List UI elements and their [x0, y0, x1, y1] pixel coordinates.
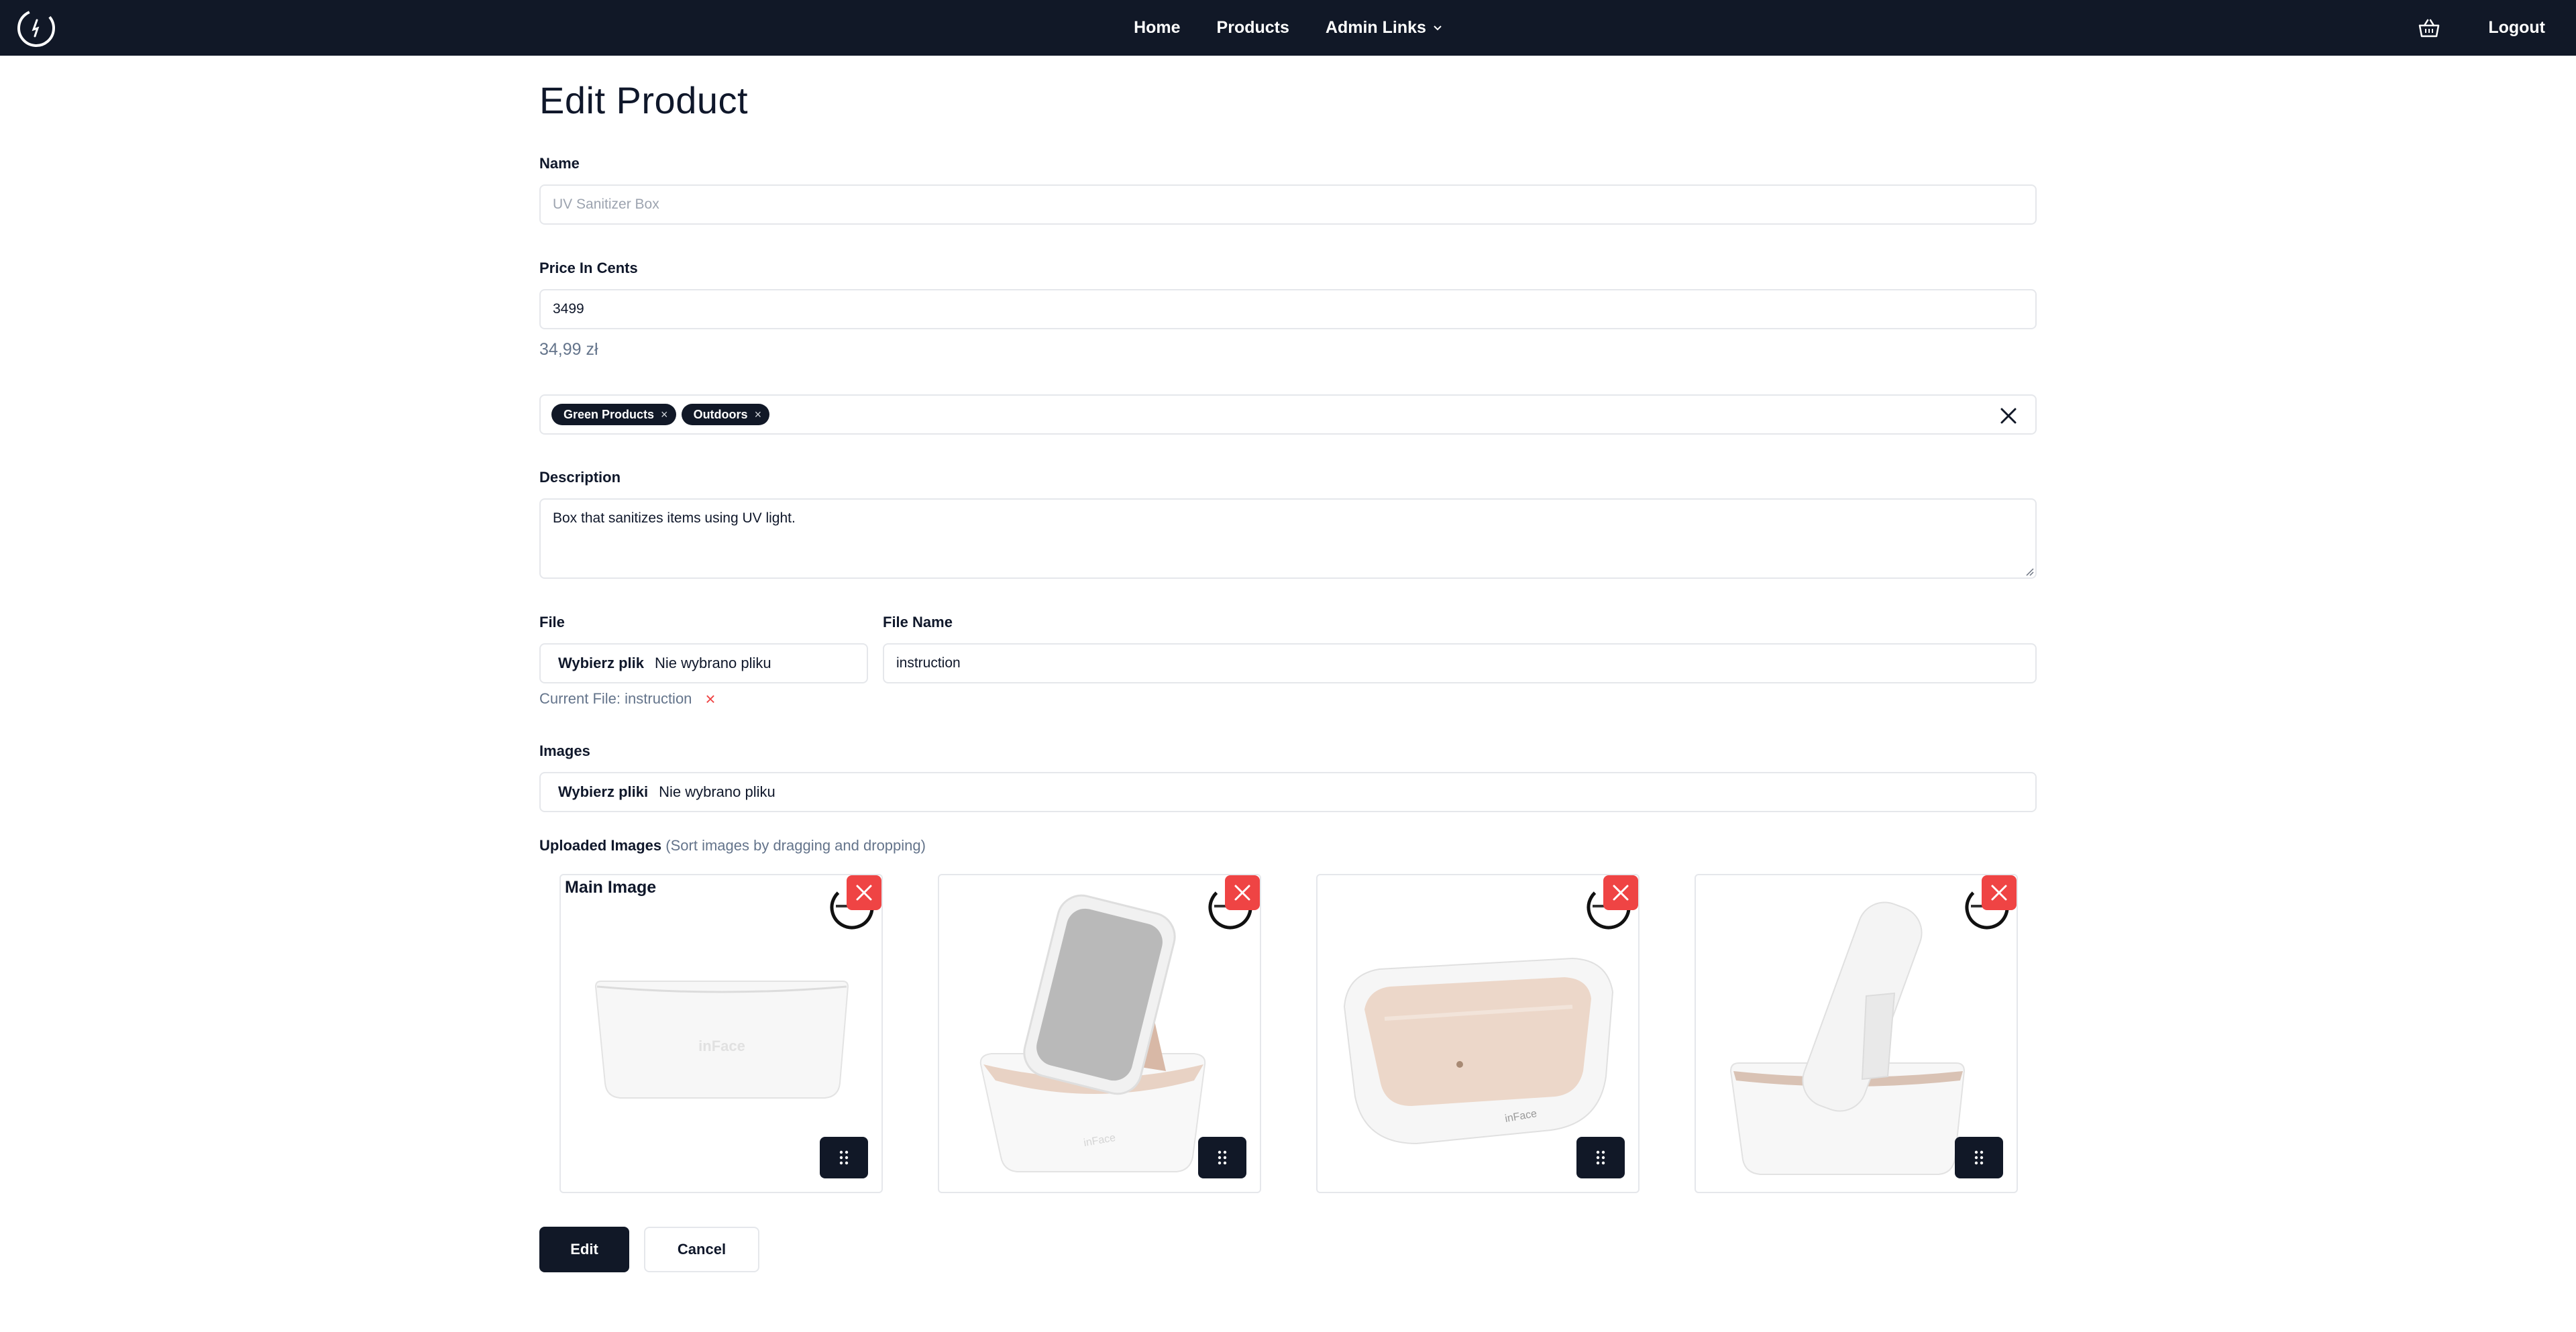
- category-multiselect[interactable]: Green Products × Outdoors ×: [539, 394, 2037, 435]
- grip-icon: [1974, 1150, 1984, 1165]
- grip-icon: [839, 1150, 849, 1165]
- cancel-button[interactable]: Cancel: [644, 1227, 759, 1272]
- name-placeholder: UV Sanitizer Box: [553, 197, 659, 212]
- cart-icon[interactable]: [2418, 17, 2440, 39]
- delete-image-button[interactable]: [1982, 875, 2017, 910]
- category-tag: Outdoors ×: [681, 404, 770, 425]
- drag-handle[interactable]: [820, 1137, 868, 1178]
- file-label: File: [539, 614, 565, 630]
- close-icon: [856, 885, 872, 901]
- current-file: Current File: instruction ×: [539, 690, 716, 708]
- nav-admin-links-dropdown[interactable]: Admin Links: [1326, 18, 1442, 38]
- delete-image-button[interactable]: [847, 875, 881, 910]
- close-icon: [1991, 885, 2007, 901]
- choose-files-button[interactable]: Wybierz pliki: [558, 783, 648, 801]
- price-formatted: 34,99 zł: [539, 340, 598, 359]
- main-image-label: Main Image: [565, 878, 657, 897]
- description-value: Box that sanitizes items using UV light.: [553, 510, 796, 526]
- images-input[interactable]: Wybierz pliki Nie wybrano pliku: [539, 772, 2037, 812]
- drag-handle[interactable]: [1576, 1137, 1625, 1178]
- description-textarea[interactable]: Box that sanitizes items using UV light.: [539, 498, 2037, 579]
- close-icon: [1613, 885, 1629, 901]
- price-value: 3499: [553, 301, 584, 317]
- uploaded-images-title: Uploaded Images: [539, 837, 662, 854]
- file-status: Nie wybrano pliku: [654, 655, 771, 671]
- choose-file-button[interactable]: Wybierz plik: [558, 655, 644, 672]
- svg-text:inFace: inFace: [698, 1038, 745, 1054]
- uploaded-images-hint: (Sort images by dragging and dropping): [665, 837, 926, 854]
- nav-home-link[interactable]: Home: [1134, 18, 1180, 38]
- uploaded-images-label: Uploaded Images (Sort images by dragging…: [539, 837, 926, 854]
- file-name-value: instruction: [896, 655, 961, 671]
- delete-image-button[interactable]: [1603, 875, 1638, 910]
- images-status: Nie wybrano pliku: [659, 783, 775, 800]
- edit-button[interactable]: Edit: [539, 1227, 629, 1272]
- chevron-down-icon: [1434, 25, 1442, 30]
- name-label: Name: [539, 155, 580, 172]
- image-card[interactable]: inFace: [938, 874, 1261, 1193]
- price-input[interactable]: 3499: [539, 289, 2037, 329]
- image-card[interactable]: [1695, 874, 2018, 1193]
- nav-products-link[interactable]: Products: [1217, 18, 1289, 38]
- logout-link[interactable]: Logout: [2488, 18, 2545, 38]
- close-icon: [1234, 885, 1250, 901]
- image-card[interactable]: inFace: [1316, 874, 1640, 1193]
- grip-icon: [1596, 1150, 1605, 1165]
- navbar: Home Products Admin Links Logout: [0, 0, 2576, 56]
- image-card[interactable]: inFace Main Image: [559, 874, 883, 1193]
- remove-file-icon[interactable]: ×: [705, 690, 715, 708]
- category-tag: Green Products ×: [551, 404, 676, 425]
- nav-links: Home Products Admin Links: [0, 0, 2576, 56]
- category-tag-label: Outdoors: [693, 407, 748, 421]
- drag-handle[interactable]: [1955, 1137, 2003, 1178]
- file-name-input[interactable]: instruction: [883, 643, 2037, 683]
- name-input[interactable]: UV Sanitizer Box: [539, 184, 2037, 225]
- category-tag-label: Green Products: [564, 407, 655, 421]
- admin-links-label: Admin Links: [1325, 18, 1426, 37]
- drag-handle[interactable]: [1198, 1137, 1246, 1178]
- description-label: Description: [539, 469, 621, 486]
- remove-tag-icon[interactable]: ×: [755, 408, 762, 422]
- grip-icon: [1218, 1150, 1227, 1165]
- price-label: Price In Cents: [539, 260, 638, 276]
- delete-image-button[interactable]: [1225, 875, 1260, 910]
- page-title: Edit Product: [539, 79, 749, 121]
- current-file-text: Current File: instruction: [539, 690, 692, 707]
- file-input[interactable]: Wybierz plik Nie wybrano pliku: [539, 643, 868, 683]
- site-logo-icon[interactable]: [16, 8, 56, 48]
- file-name-label: File Name: [883, 614, 953, 630]
- clear-all-icon[interactable]: [1999, 406, 2018, 425]
- remove-tag-icon[interactable]: ×: [661, 408, 668, 422]
- images-label: Images: [539, 742, 590, 759]
- resize-handle-icon[interactable]: [2025, 567, 2034, 576]
